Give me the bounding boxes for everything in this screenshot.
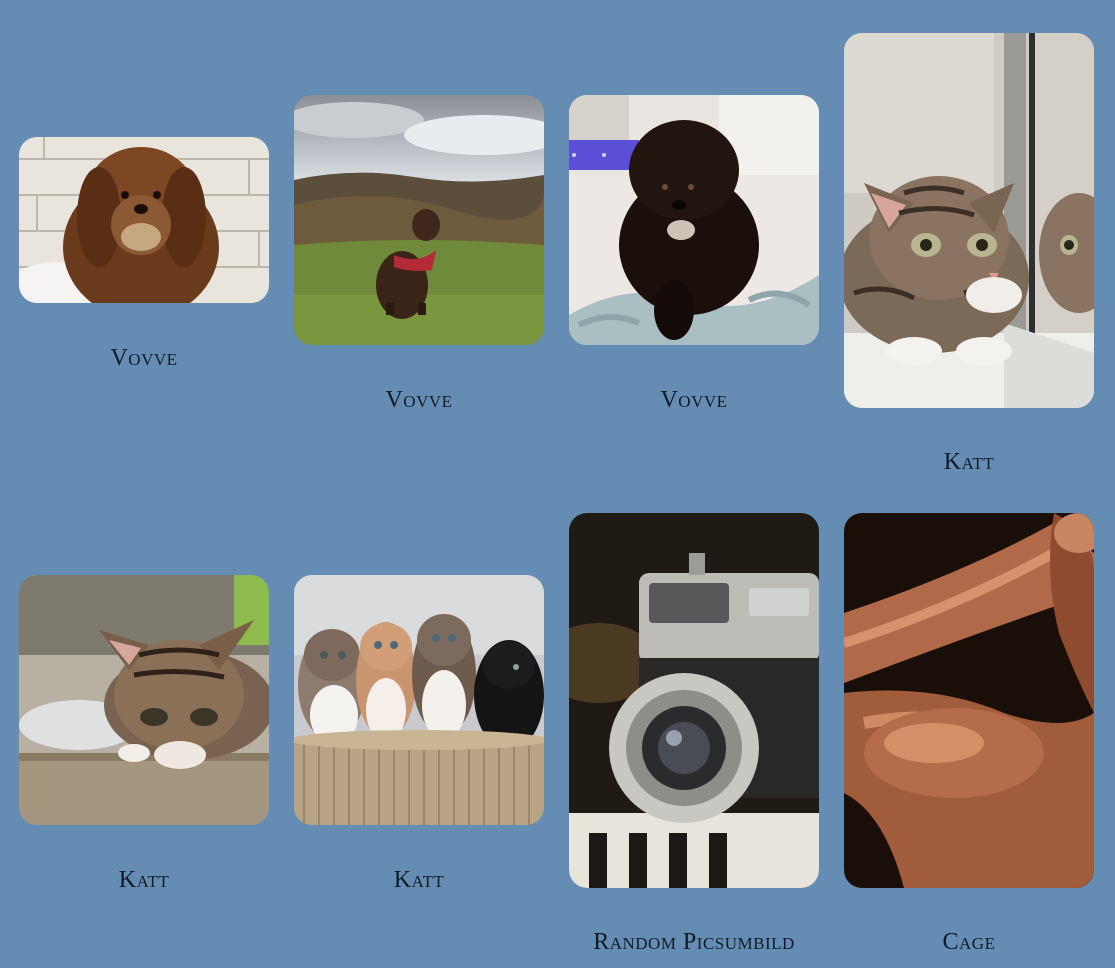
gallery-grid: Vovve Vovve Vovve Katt Katt Katt Random … xyxy=(0,0,1115,968)
gallery-caption: Vovve xyxy=(110,345,178,371)
gallery-caption: Katt xyxy=(393,867,445,893)
curly-brown-dog-photo xyxy=(19,137,269,303)
gallery-card-cage[interactable] xyxy=(844,513,1094,888)
gallery-caption: Random Picsumbild xyxy=(593,929,795,955)
tabby-kitten-mirror-photo xyxy=(844,33,1094,408)
flexing-arm-photo xyxy=(844,513,1094,888)
gallery-card-vovve-1[interactable] xyxy=(19,137,269,303)
tabby-kitten-photo xyxy=(19,575,269,825)
gallery-caption: Katt xyxy=(943,449,995,475)
gallery-card-katt-3[interactable] xyxy=(294,575,544,825)
gallery-card-vovve-3[interactable] xyxy=(569,95,819,345)
gallery-caption: Vovve xyxy=(660,387,728,413)
gallery-card-vovve-2[interactable] xyxy=(294,95,544,345)
dog-on-hillside-photo xyxy=(294,95,544,345)
gallery-card-katt-1[interactable] xyxy=(844,33,1094,408)
black-puppy-photo xyxy=(569,95,819,345)
kittens-in-basket-photo xyxy=(294,575,544,825)
gallery-caption: Katt xyxy=(118,867,170,893)
gallery-caption: Cage xyxy=(942,929,996,955)
vintage-camera-photo xyxy=(569,513,819,888)
gallery-card-random-picsumbild[interactable] xyxy=(569,513,819,888)
gallery-caption: Vovve xyxy=(385,387,453,413)
gallery-card-katt-2[interactable] xyxy=(19,575,269,825)
